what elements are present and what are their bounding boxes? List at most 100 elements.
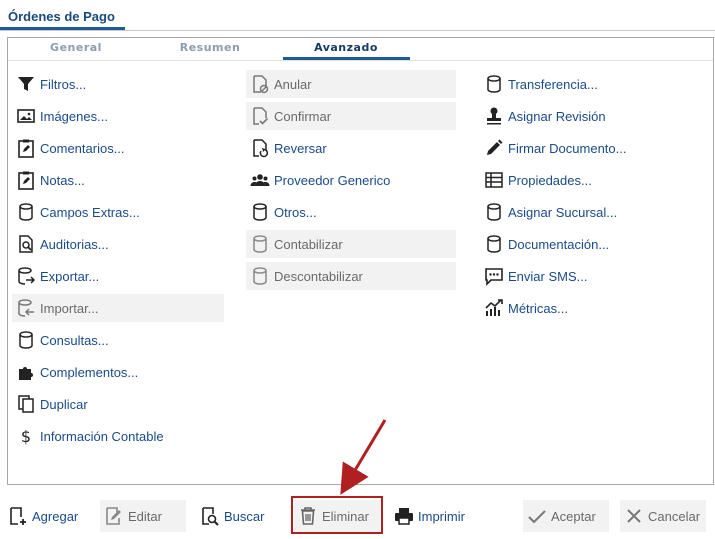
menu-item-propiedades[interactable]: Propiedades...: [480, 166, 700, 194]
menu-item-complementos[interactable]: Complementos...: [12, 358, 224, 386]
tab-resumen[interactable]: Resumen: [178, 41, 242, 54]
menu-item-notas[interactable]: Notas...: [12, 166, 224, 194]
database-icon: [250, 266, 270, 286]
menu-item-filtros[interactable]: Filtros...: [12, 70, 224, 98]
menu-item-label: Imágenes...: [40, 108, 108, 124]
chart-icon: [484, 298, 504, 318]
database-import-icon: [16, 298, 36, 318]
menu-item-label: Proveedor Generico: [274, 172, 391, 188]
tab-general[interactable]: General: [48, 41, 104, 54]
menu-item-reversar[interactable]: Reversar: [246, 134, 456, 162]
imprimir-button[interactable]: Imprimir: [390, 500, 480, 532]
menu-item-label: Anular: [274, 76, 312, 92]
document-search-icon: [16, 234, 36, 254]
menu-item-label: Importar...: [40, 300, 99, 316]
menu-item-label: Otros...: [274, 204, 317, 220]
menu-item-duplicar[interactable]: Duplicar: [12, 390, 224, 418]
menu-item-label: Complementos...: [40, 364, 139, 380]
cancelar-button[interactable]: Cancelar: [620, 500, 706, 532]
dollar-icon: $: [16, 426, 36, 446]
menu-item-transferencia[interactable]: Transferencia...: [480, 70, 700, 98]
puzzle-icon: [16, 362, 36, 382]
menu-item-label: Asignar Sucursal...: [508, 204, 618, 220]
menu-item-metricas[interactable]: Métricas...: [480, 294, 700, 322]
menu-item-exportar[interactable]: Exportar...: [12, 262, 224, 290]
menu-item-label: Asignar Revisión: [508, 108, 606, 124]
database-icon: [16, 202, 36, 222]
menu-item-imagenes[interactable]: Imágenes...: [12, 102, 224, 130]
menu-item-documentacion[interactable]: Documentación...: [480, 230, 700, 258]
menu-item-proveedor-generico[interactable]: Proveedor Generico: [246, 166, 456, 194]
editar-label: Editar: [128, 508, 162, 524]
menu-item-asignar-revision[interactable]: Asignar Revisión: [480, 102, 700, 130]
document-check-icon: [250, 106, 270, 126]
agregar-label: Agregar: [32, 508, 79, 524]
menu-item-asignar-sucursal[interactable]: Asignar Sucursal...: [480, 198, 700, 226]
menu-item-label: Comentarios...: [40, 140, 125, 156]
menu-item-label: Notas...: [40, 172, 85, 188]
menu-item-label: Filtros...: [40, 76, 87, 92]
menu-item-otros[interactable]: Otros...: [246, 198, 456, 226]
menu-item-label: Métricas...: [508, 300, 568, 316]
menu-item-firmar-documento[interactable]: Firmar Documento...: [480, 134, 700, 162]
eliminar-highlight-box: [291, 496, 383, 534]
tab-avanzado[interactable]: Avanzado: [311, 41, 381, 54]
aceptar-label: Aceptar: [551, 508, 596, 524]
pen-icon: [484, 138, 504, 158]
menu-item-informacion-contable[interactable]: $ Información Contable: [12, 422, 224, 450]
buscar-label: Buscar: [224, 508, 265, 524]
menu-item-consultas[interactable]: Consultas...: [12, 326, 224, 354]
svg-text:$: $: [21, 427, 31, 446]
active-tab-underline: [283, 57, 410, 60]
menu-item-descontabilizar[interactable]: Descontabilizar: [246, 262, 456, 290]
cancelar-label: Cancelar: [648, 508, 701, 524]
menu-item-contabilizar[interactable]: Contabilizar: [246, 230, 456, 258]
menu-item-label: Transferencia...: [508, 76, 598, 92]
message-icon: [484, 266, 504, 286]
title-tab-underline: [0, 27, 125, 30]
stamp-icon: [484, 106, 504, 126]
main-panel: General Resumen Avanzado Filtros... Imág…: [7, 37, 714, 485]
menu-item-label: Descontabilizar: [274, 268, 363, 284]
menu-item-label: Auditorias...: [40, 236, 109, 252]
database-icon: [484, 202, 504, 222]
menu-item-label: Confirmar: [274, 108, 332, 124]
database-icon: [484, 74, 504, 94]
document-revert-icon: [250, 138, 270, 158]
clipboard-edit-icon: [16, 170, 36, 190]
filter-icon: [16, 74, 36, 94]
menu-item-campos-extras[interactable]: Campos Extras...: [12, 198, 224, 226]
menu-item-label: Información Contable: [40, 428, 164, 444]
agregar-button[interactable]: Agregar: [4, 500, 84, 532]
buscar-button[interactable]: Buscar: [196, 500, 276, 532]
menu-item-label: Consultas...: [40, 332, 109, 348]
image-icon: [16, 106, 36, 126]
menu-item-label: Exportar...: [40, 268, 100, 284]
printer-icon: [394, 506, 414, 526]
document-cancel-icon: [250, 74, 270, 94]
menu-item-confirmar[interactable]: Confirmar: [246, 102, 456, 130]
database-icon: [250, 234, 270, 254]
list-icon: [484, 170, 504, 190]
database-icon: [484, 234, 504, 254]
menu-item-auditorias[interactable]: Auditorias...: [12, 230, 224, 258]
clipboard-edit-icon: [16, 138, 36, 158]
window-title-tab[interactable]: Órdenes de Pago: [0, 0, 715, 31]
menu-item-label: Contabilizar: [274, 236, 343, 252]
menu-item-label: Campos Extras...: [40, 204, 140, 220]
menu-item-label: Propiedades...: [508, 172, 592, 188]
menu-item-comentarios[interactable]: Comentarios...: [12, 134, 224, 162]
editar-button[interactable]: Editar: [100, 500, 186, 532]
menu-item-enviar-sms[interactable]: Enviar SMS...: [480, 262, 700, 290]
copy-icon: [16, 394, 36, 414]
menu-item-anular[interactable]: Anular: [246, 70, 456, 98]
menu-item-label: Documentación...: [508, 236, 610, 252]
add-document-icon: [8, 506, 28, 526]
aceptar-button[interactable]: Aceptar: [523, 500, 609, 532]
database-export-icon: [16, 266, 36, 286]
imprimir-label: Imprimir: [418, 508, 465, 524]
menu-item-label: Firmar Documento...: [508, 140, 627, 156]
tab-bar: General Resumen Avanzado: [8, 38, 713, 61]
menu-item-importar[interactable]: Importar...: [12, 294, 224, 322]
window-title: Órdenes de Pago: [8, 9, 115, 24]
